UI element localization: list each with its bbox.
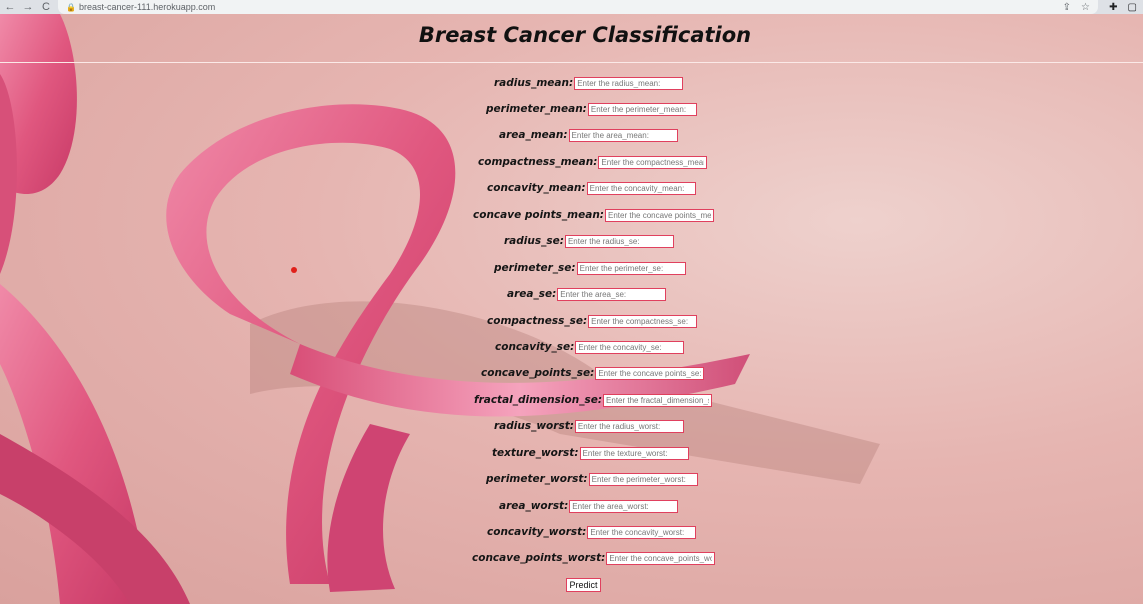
field-label: concave_points_se: — [481, 367, 595, 379]
perimeter-se-input[interactable] — [576, 261, 686, 275]
form-row-area-worst: area_worst: — [499, 499, 679, 513]
bookmark-star-icon[interactable]: ☆ — [1081, 2, 1090, 13]
form-row-concave-points-se: concave_points_se: — [481, 366, 705, 380]
radius-mean-input[interactable] — [574, 76, 684, 90]
side-panel-icon[interactable]: ▢ — [1128, 2, 1137, 13]
field-label: fractal_dimension_se: — [474, 394, 603, 406]
form-row-perimeter-se: perimeter_se: — [494, 261, 686, 275]
forward-icon[interactable]: → — [22, 0, 34, 14]
form-row-radius-se: radius_se: — [504, 234, 674, 248]
texture-worst-input[interactable] — [579, 446, 689, 460]
field-label: compactness_mean: — [478, 156, 598, 168]
reload-icon[interactable]: C — [40, 0, 52, 14]
form-row-concavity-worst: concavity_worst: — [487, 525, 697, 539]
area-worst-input[interactable] — [569, 499, 679, 513]
field-label: radius_se: — [504, 235, 564, 247]
omnibox-actions: ⇪ ☆ — [1063, 0, 1090, 14]
concavity-se-input[interactable] — [575, 340, 685, 354]
concave-points-worst-input[interactable] — [606, 551, 716, 565]
field-label: concavity_mean: — [487, 182, 586, 194]
field-label: concave_points_worst: — [472, 552, 606, 564]
field-label: concave points_mean: — [473, 209, 604, 221]
field-label: perimeter_se: — [494, 262, 576, 274]
form-row-fractal-dimension-se: fractal_dimension_se: — [474, 393, 713, 407]
radius-worst-input[interactable] — [574, 419, 684, 433]
form-row-radius-mean: radius_mean: — [494, 76, 684, 90]
compactness-mean-input[interactable] — [598, 155, 708, 169]
form-row-compactness-se: compactness_se: — [487, 314, 698, 328]
perimeter-mean-input[interactable] — [587, 102, 697, 116]
form-row-concavity-mean: concavity_mean: — [487, 181, 696, 195]
form-row-radius-worst: radius_worst: — [494, 419, 684, 433]
browser-nav: ← → C — [0, 0, 52, 14]
concave-points-se-input[interactable] — [595, 366, 705, 380]
form-row-concave-points-mean: concave points_mean: — [473, 208, 714, 222]
compactness-se-input[interactable] — [588, 314, 698, 328]
fractal-dimension-se-input[interactable] — [603, 393, 713, 407]
form-row-concavity-se: concavity_se: — [495, 340, 685, 354]
form-row-compactness-mean: compactness_mean: — [478, 155, 708, 169]
form-row-concave-points-worst: concave_points_worst: — [472, 551, 716, 565]
field-label: compactness_se: — [487, 315, 588, 327]
predict-button[interactable]: Predict — [566, 578, 601, 592]
page-title: Breast Cancer Classification — [418, 23, 752, 47]
form-row-area-mean: area_mean: — [499, 128, 678, 142]
field-label: perimeter_worst: — [486, 473, 588, 485]
area-se-input[interactable] — [557, 287, 667, 301]
field-label: concavity_se: — [495, 341, 575, 353]
concavity-worst-input[interactable] — [587, 525, 697, 539]
field-label: perimeter_mean: — [486, 103, 587, 115]
address-url[interactable]: breast-cancer-111.herokuapp.com — [79, 2, 215, 12]
browser-toolbar: ← → C 🔒 breast-cancer-111.herokuapp.com … — [0, 0, 1143, 14]
form-row-perimeter-worst: perimeter_worst: — [486, 472, 698, 486]
title-divider — [0, 62, 1143, 63]
field-label: radius_worst: — [494, 420, 574, 432]
form-row-area-se: area_se: — [507, 287, 667, 301]
cursor-indicator — [291, 267, 297, 273]
share-icon[interactable]: ⇪ — [1063, 2, 1071, 13]
field-label: area_worst: — [499, 500, 569, 512]
extensions-puzzle-icon[interactable]: ✚ — [1109, 2, 1117, 13]
radius-se-input[interactable] — [564, 234, 674, 248]
address-bar[interactable]: 🔒 breast-cancer-111.herokuapp.com ⇪ ☆ — [58, 0, 1098, 14]
form-row-texture-worst: texture_worst: — [492, 446, 689, 460]
page-content: Breast Cancer Classification radius_mean… — [0, 14, 1143, 604]
perimeter-worst-input[interactable] — [588, 472, 698, 486]
field-label: area_se: — [507, 288, 557, 300]
lock-icon[interactable]: 🔒 — [66, 3, 76, 12]
field-label: area_mean: — [499, 129, 568, 141]
back-icon[interactable]: ← — [4, 0, 16, 14]
field-label: concavity_worst: — [487, 526, 587, 538]
field-label: radius_mean: — [494, 77, 574, 89]
concave-points-mean-input[interactable] — [605, 208, 714, 222]
concavity-mean-input[interactable] — [586, 181, 696, 195]
form-row-perimeter-mean: perimeter_mean: — [486, 102, 697, 116]
area-mean-input[interactable] — [568, 128, 678, 142]
field-label: texture_worst: — [492, 447, 579, 459]
browser-extensions: ✚ ▢ — [1109, 0, 1137, 14]
